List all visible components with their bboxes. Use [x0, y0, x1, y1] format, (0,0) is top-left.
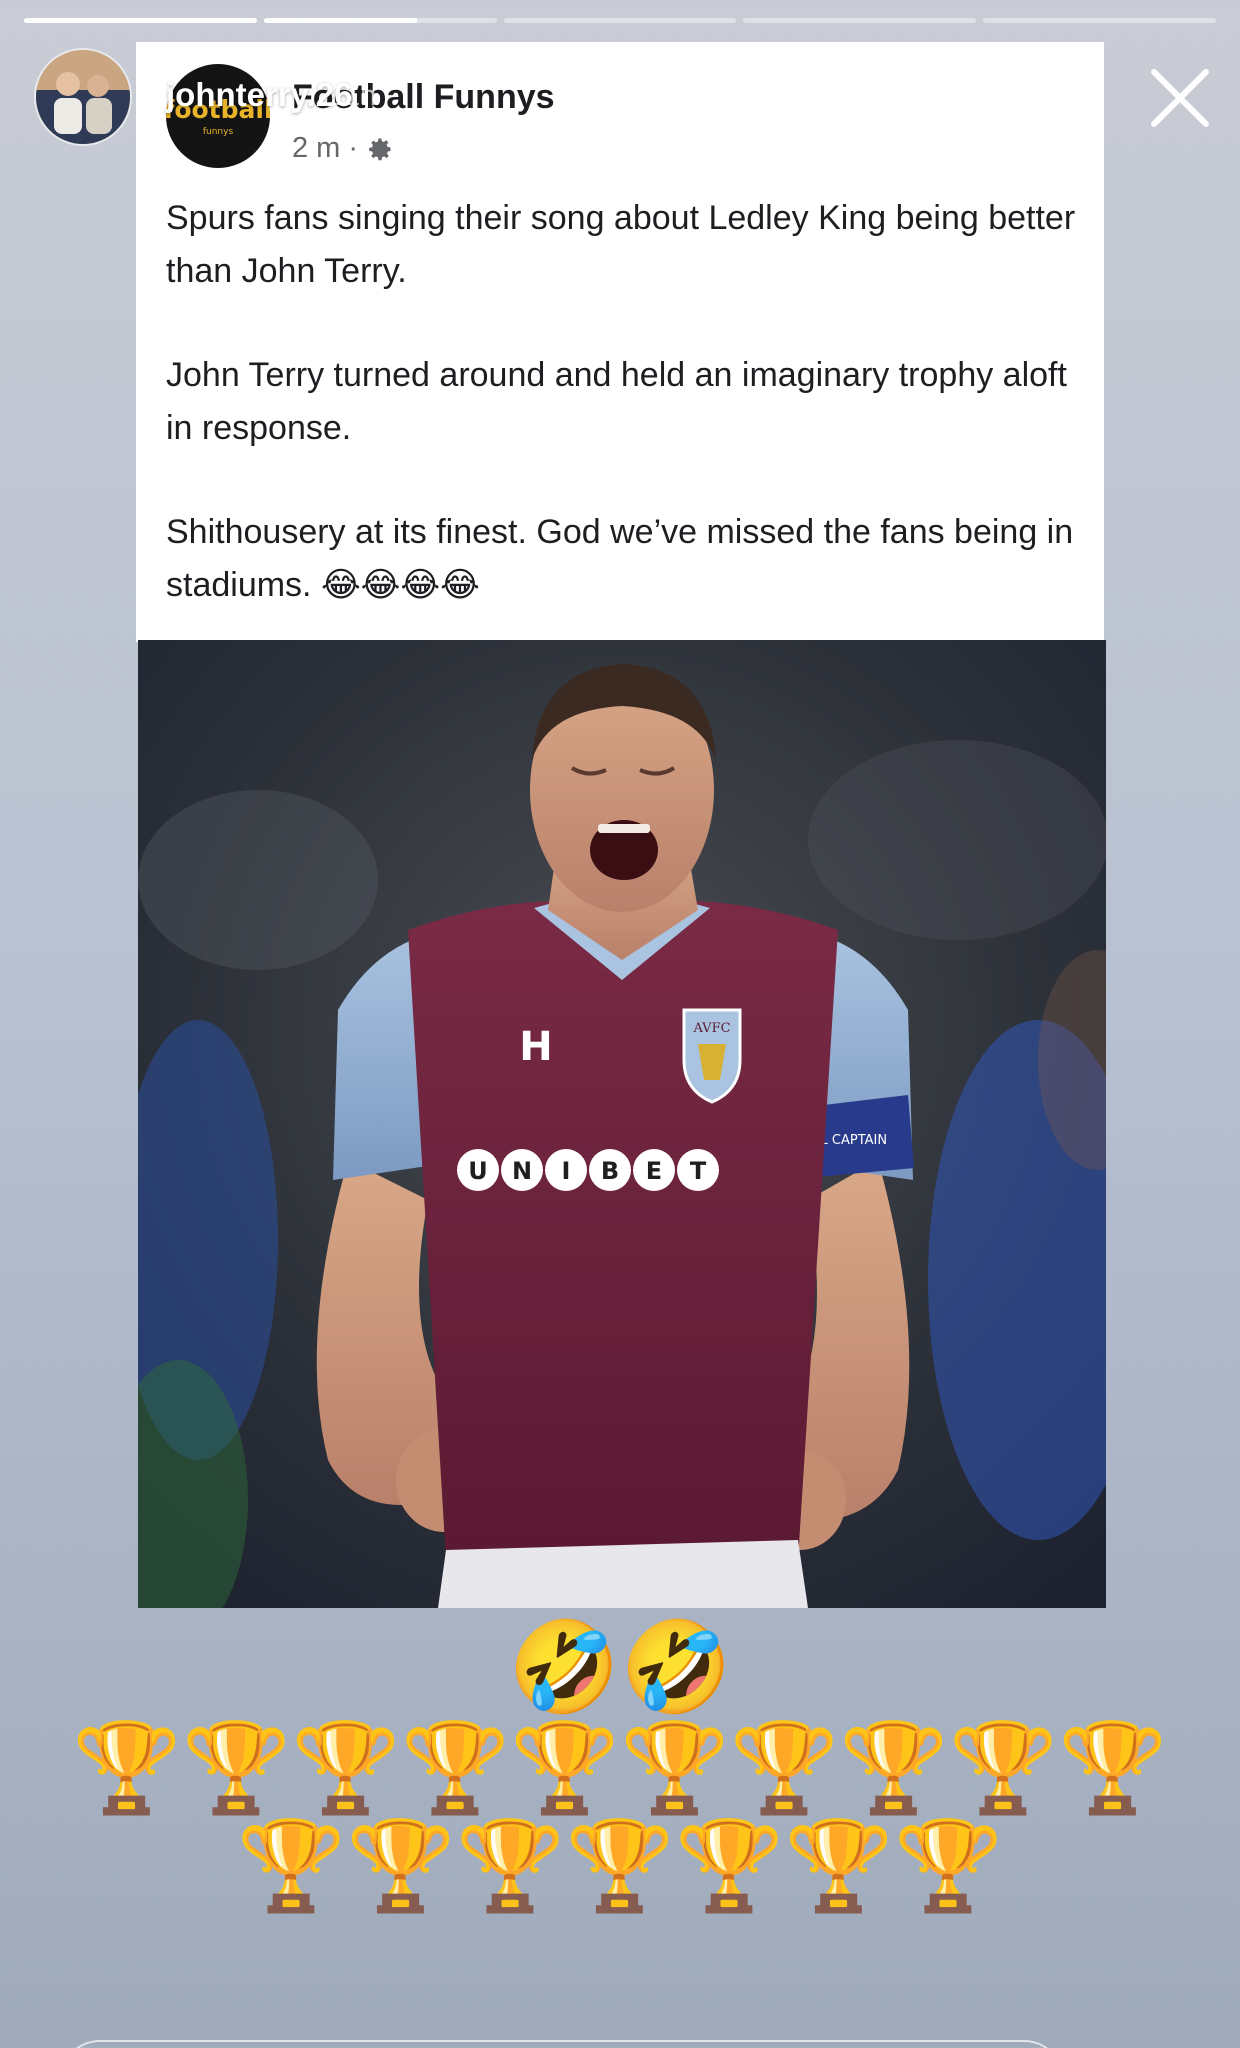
avatar-photo — [36, 50, 130, 144]
more-dot-icon — [1032, 79, 1042, 89]
svg-text:H: H — [519, 1024, 552, 1070]
story-progress-fill — [263, 18, 418, 23]
story-progress-bar — [24, 18, 1216, 23]
post-time[interactable]: 2 m — [292, 132, 340, 165]
sponsor-letter: B — [601, 1157, 619, 1185]
more-dot-icon — [1062, 79, 1072, 89]
more-options-button[interactable] — [1020, 64, 1084, 104]
story-progress-fill — [24, 18, 257, 23]
story-progress-segment — [24, 18, 257, 23]
trophy-emoji-sticker-row[interactable]: 🏆🏆🏆🏆🏆🏆🏆 — [0, 1816, 1240, 1916]
story-avatar[interactable] — [36, 50, 130, 144]
more-dot-icon — [1047, 79, 1057, 89]
reply-input[interactable] — [60, 2040, 1064, 2048]
sponsor-letter: N — [512, 1157, 532, 1185]
story-time: 11h — [330, 80, 377, 112]
footballer-photo: EFL CAPTAIN AVFC H UNIBET — [138, 640, 1106, 1608]
svg-text:AVFC: AVFC — [692, 1021, 730, 1036]
story-progress-segment — [983, 18, 1216, 23]
facebook-post-card: football funnys Football Funnys 2 m · Sp… — [136, 42, 1104, 642]
story-progress-segment — [743, 18, 977, 23]
story-progress-segment — [503, 18, 737, 23]
gear-icon — [369, 138, 391, 160]
meta-separator: · — [348, 132, 359, 164]
sponsor-letter: T — [690, 1157, 707, 1185]
story-username[interactable]: johnterry.26 — [166, 76, 352, 114]
close-icon — [1151, 69, 1209, 127]
svg-text:funnys: funnys — [203, 127, 234, 137]
laughing-emoji-sticker[interactable]: 🤣🤣 — [0, 1618, 1240, 1718]
sponsor-letter: U — [468, 1157, 488, 1185]
trophy-emoji-sticker-row[interactable]: 🏆🏆🏆🏆🏆🏆🏆🏆🏆🏆 — [0, 1718, 1240, 1818]
sponsor-letter: I — [562, 1157, 571, 1185]
post-paragraph: Shithousery at its finest. God we’ve mis… — [166, 513, 1074, 604]
post-paragraph: John Terry turned around and held an ima… — [166, 356, 1067, 447]
close-button[interactable] — [1144, 62, 1216, 134]
post-paragraph: Spurs fans singing their song about Ledl… — [166, 199, 1076, 290]
post-photo[interactable]: EFL CAPTAIN AVFC H UNIBET — [138, 640, 1106, 1608]
post-text: Spurs fans singing their song about Ledl… — [166, 192, 1076, 612]
story-progress-segment — [263, 18, 497, 23]
post-meta: 2 m · — [292, 132, 394, 165]
sponsor-letter: E — [646, 1157, 662, 1185]
